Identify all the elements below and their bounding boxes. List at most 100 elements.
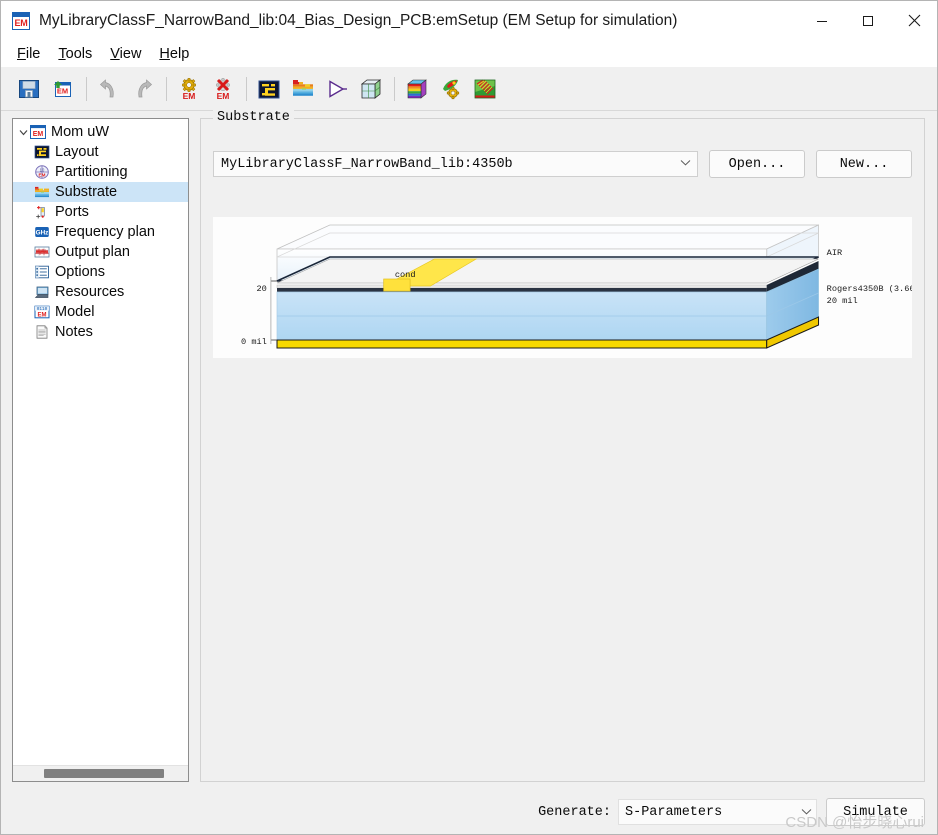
sidebar-item-layout[interactable]: Layout [13,142,188,162]
undo-button[interactable] [94,74,124,104]
current-visualization-button[interactable] [470,74,500,104]
layout-icon [34,144,50,160]
sidebar-item-frequency-plan[interactable]: GHz Frequency plan [13,222,188,242]
sidebar-item-label: Frequency plan [55,224,155,240]
svg-text:EM: EM [38,312,47,318]
em-stop-button[interactable]: EM [208,74,238,104]
content-column: Substrate MyLibraryClassF_NarrowBand_lib… [200,110,925,782]
em-setup-window: EM MyLibraryClassF_NarrowBand_lib:04_Bia… [0,0,938,835]
sidebar-item-label: Model [55,304,95,320]
minimize-button[interactable] [799,1,845,40]
svg-text:EM: EM [183,91,196,101]
sidebar-item-label: Partitioning [55,164,128,180]
tree-root-mom-uw[interactable]: EM Mom uW [13,122,188,142]
partitioning-icon: 10 EM [34,164,50,180]
rainbow-cube-button[interactable] [402,74,432,104]
menu-item-tools[interactable]: Tools [50,44,102,64]
chevron-down-icon[interactable] [16,128,30,137]
substrate-combobox-value: MyLibraryClassF_NarrowBand_lib:4350b [221,156,513,172]
model-icon: 0110 EM [34,304,50,320]
open-button[interactable]: Open... [709,150,805,178]
sidebar-item-partitioning[interactable]: 10 EM Partitioning [13,162,188,182]
toolbar: EM EM EM [1,67,937,111]
run-simulation-button[interactable] [322,74,352,104]
output-plan-icon [34,244,50,260]
toolbar-separator [394,76,395,101]
stackup-conductor-label: cond [395,270,416,280]
substrate-selector-row: MyLibraryClassF_NarrowBand_lib:4350b Ope… [213,150,912,178]
menu-item-help[interactable]: Help [151,44,199,64]
em-stop-icon: EM [216,77,230,101]
sidebar-item-options[interactable]: Options [13,262,188,282]
tree-horizontal-scrollbar[interactable] [13,765,188,781]
sidebar-item-label: Layout [55,144,99,160]
menu-bar: File Tools View Help [1,40,937,67]
undo-icon [99,78,114,97]
em-icon: EM [12,11,30,30]
simulate-button[interactable]: Simulate [826,798,925,826]
redo-button[interactable] [128,74,158,104]
sidebar-item-label: Notes [55,324,93,340]
setup-tree-panel: EM Mom uW Layout 10 EM Partitioning Subs… [12,118,189,782]
save-button[interactable] [14,74,44,104]
sidebar-item-ports[interactable]: Ports [13,202,188,222]
substrate-stackup-view[interactable]: 20 0 mil cond AIR Rogers4350B (3.66) 20 … [213,217,912,358]
stackup-layer-thickness-rogers: 20 mil [827,296,858,306]
substrate-groupbox: Substrate MyLibraryClassF_NarrowBand_lib… [200,110,925,782]
svg-text:EM: EM [33,131,44,138]
sidebar-item-output-plan[interactable]: Output plan [13,242,188,262]
layout-button[interactable] [254,74,284,104]
em-simulation-settings-icon: EM [182,77,196,101]
mesh-3d-icon [360,78,382,99]
save-icon [19,79,39,98]
layout-icon [258,80,280,98]
stackup-axis-label-upper: 20 [257,284,267,294]
run-simulation-icon [329,79,347,98]
generate-combobox-value: S-Parameters [625,804,723,820]
new-button[interactable]: New... [816,150,912,178]
menu-item-view[interactable]: View [102,44,151,64]
menu-item-file[interactable]: File [9,44,50,64]
save-em-setup-icon: EM [54,80,71,97]
substrate-icon [34,184,50,200]
em-simulation-settings-button[interactable]: EM [174,74,204,104]
sidebar-item-substrate[interactable]: Substrate [13,182,188,202]
svg-text:EM: EM [39,173,46,178]
stackup-3d-graphic: 20 0 mil cond AIR Rogers4350B (3.66) 20 … [213,217,912,358]
substrate-group-title: Substrate [213,110,294,125]
window-title: MyLibraryClassF_NarrowBand_lib:04_Bias_D… [39,11,678,29]
stackup-layer-label-rogers: Rogers4350B (3.66) [827,284,912,294]
chevron-down-icon[interactable] [677,158,693,170]
toolbar-separator [166,76,167,101]
stackup-layer-label-air: AIR [827,248,843,258]
maximize-icon [863,15,873,26]
substrate-button[interactable] [288,74,318,104]
substrate-combobox[interactable]: MyLibraryClassF_NarrowBand_lib:4350b [213,151,698,177]
sidebar-item-label: Substrate [55,184,118,200]
em-icon: EM [30,124,46,140]
notes-icon [34,324,50,340]
svg-text:GHz: GHz [36,230,49,237]
em-cosimulation-icon [443,79,460,99]
maximize-button[interactable] [845,1,891,40]
sidebar-item-label: Output plan [55,244,130,260]
svg-text:0110: 0110 [37,307,48,312]
resources-icon [34,284,50,300]
chevron-down-icon[interactable] [801,805,812,820]
scrollbar-thumb[interactable] [44,769,164,778]
rainbow-cube-icon [407,78,427,99]
footer-bar: Generate: S-Parameters Simulate CSDN @怡步… [1,790,937,834]
em-cosimulation-button[interactable] [436,74,466,104]
em-icon-text: EM [14,17,28,28]
sidebar-item-notes[interactable]: Notes [13,322,188,342]
close-button[interactable] [891,1,937,40]
save-em-setup-button[interactable]: EM [48,74,78,104]
sidebar-item-label: Options [55,264,105,280]
mesh-3d-button[interactable] [356,74,386,104]
sidebar-item-model[interactable]: 0110 EM Model [13,302,188,322]
ports-icon [34,204,50,220]
generate-combobox[interactable]: S-Parameters [618,799,817,825]
sidebar-item-resources[interactable]: Resources [13,282,188,302]
sidebar-item-label: Ports [55,204,89,220]
minimize-icon [817,20,827,22]
